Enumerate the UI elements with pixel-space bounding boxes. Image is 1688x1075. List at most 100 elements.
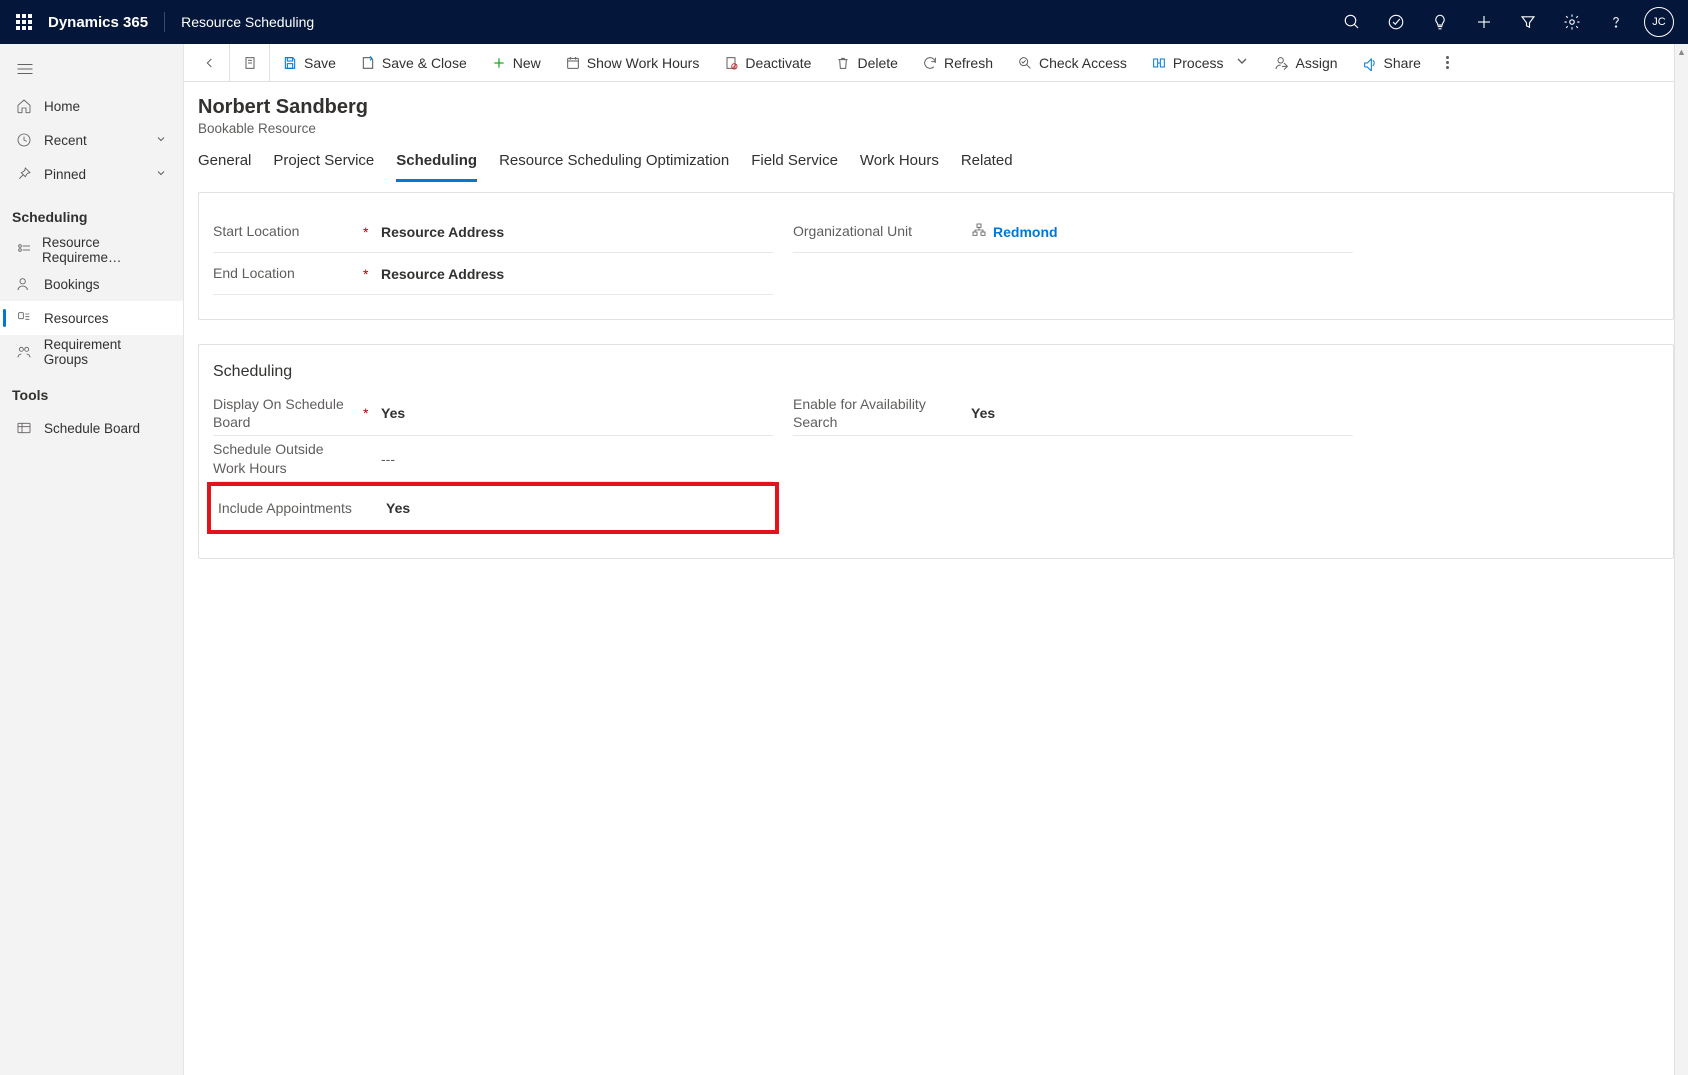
field-value: Resource Address bbox=[375, 266, 773, 282]
board-icon bbox=[16, 420, 34, 436]
new-button[interactable]: New bbox=[479, 44, 553, 82]
scroll-up-icon[interactable]: ▲ bbox=[1675, 44, 1688, 60]
assign-icon bbox=[1274, 55, 1290, 71]
delete-button[interactable]: Delete bbox=[823, 44, 909, 82]
tab-field-service[interactable]: Field Service bbox=[751, 152, 838, 182]
sidebar-group-tools: Tools bbox=[0, 369, 183, 411]
sidebar-item-label: Bookings bbox=[44, 277, 100, 292]
field-schedule-outside-work-hours[interactable]: Schedule Outside Work Hours --- bbox=[213, 436, 773, 481]
sidebar-item-pinned[interactable]: Pinned bbox=[0, 157, 183, 191]
record-set-button[interactable] bbox=[230, 44, 270, 82]
section-locations: Start Location * Resource Address End Lo… bbox=[198, 192, 1674, 320]
tab-work-hours[interactable]: Work Hours bbox=[860, 152, 939, 182]
process-icon bbox=[1151, 55, 1167, 71]
check-access-icon bbox=[1017, 55, 1033, 71]
sidebar-item-label: Recent bbox=[44, 133, 87, 148]
chevron-down-icon bbox=[155, 133, 167, 148]
home-icon bbox=[16, 98, 34, 114]
highlight-callout: Include Appointments Yes bbox=[207, 482, 779, 534]
save-close-icon bbox=[360, 55, 376, 71]
chevron-down-icon bbox=[155, 167, 167, 182]
section-scheduling: Scheduling Display On Schedule Board * Y… bbox=[198, 344, 1674, 559]
field-label: Schedule Outside Work Hours bbox=[213, 440, 363, 476]
share-icon bbox=[1362, 55, 1378, 71]
field-end-location[interactable]: End Location * Resource Address bbox=[213, 253, 773, 295]
chevron-down-icon bbox=[1234, 53, 1250, 72]
tab-rso[interactable]: Resource Scheduling Optimization bbox=[499, 152, 729, 182]
sidebar-item-label: Pinned bbox=[44, 167, 86, 182]
required-marker: * bbox=[363, 224, 375, 240]
record-subtitle: Bookable Resource bbox=[198, 121, 1674, 136]
deactivate-button[interactable]: Deactivate bbox=[711, 44, 823, 82]
org-chart-icon bbox=[971, 222, 987, 241]
field-include-appointments[interactable]: Include Appointments Yes bbox=[212, 487, 774, 529]
task-icon[interactable] bbox=[1374, 0, 1418, 44]
gear-icon[interactable] bbox=[1550, 0, 1594, 44]
tab-scheduling[interactable]: Scheduling bbox=[396, 152, 477, 182]
plus-icon bbox=[491, 55, 507, 71]
field-start-location[interactable]: Start Location * Resource Address bbox=[213, 211, 773, 253]
main-area: Save Save & Close New Show Work Hours De… bbox=[184, 44, 1688, 1075]
field-display-on-schedule-board[interactable]: Display On Schedule Board * Yes bbox=[213, 391, 773, 436]
help-icon[interactable] bbox=[1594, 0, 1638, 44]
pin-icon bbox=[16, 166, 34, 182]
back-button[interactable] bbox=[190, 44, 230, 82]
resource-icon bbox=[16, 310, 34, 326]
refresh-icon bbox=[922, 55, 938, 71]
lookup-value[interactable]: Redmond bbox=[965, 222, 1353, 241]
sidebar-item-label: Requirement Groups bbox=[44, 337, 167, 367]
field-value: Yes bbox=[375, 405, 773, 421]
sidebar-item-recent[interactable]: Recent bbox=[0, 123, 183, 157]
app-launcher-icon[interactable] bbox=[16, 14, 34, 30]
field-organizational-unit[interactable]: Organizational Unit Redmond bbox=[793, 211, 1353, 253]
field-enable-availability-search[interactable]: Enable for Availability Search Yes bbox=[793, 391, 1353, 436]
check-access-button[interactable]: Check Access bbox=[1005, 44, 1139, 82]
field-value: Resource Address bbox=[375, 224, 773, 240]
sidebar-item-home[interactable]: Home bbox=[0, 89, 183, 123]
divider bbox=[164, 12, 165, 32]
sidebar-item-resources[interactable]: Resources bbox=[0, 301, 183, 335]
tab-general[interactable]: General bbox=[198, 152, 251, 182]
lightbulb-icon[interactable] bbox=[1418, 0, 1462, 44]
vertical-scrollbar[interactable]: ▲ bbox=[1674, 44, 1688, 1075]
group-icon bbox=[16, 344, 34, 360]
sidebar-item-schedule-board[interactable]: Schedule Board bbox=[0, 411, 183, 445]
global-nav-bar: Dynamics 365 Resource Scheduling JC bbox=[0, 0, 1688, 44]
field-label: Include Appointments bbox=[218, 499, 368, 517]
tab-related[interactable]: Related bbox=[961, 152, 1013, 182]
person-icon bbox=[16, 276, 34, 292]
brand-name[interactable]: Dynamics 365 bbox=[48, 14, 148, 31]
field-label: Display On Schedule Board bbox=[213, 395, 363, 431]
avatar[interactable]: JC bbox=[1644, 7, 1674, 37]
more-commands-button[interactable] bbox=[1433, 44, 1463, 82]
list-icon bbox=[16, 242, 32, 258]
show-work-hours-button[interactable]: Show Work Hours bbox=[553, 44, 712, 82]
filter-icon[interactable] bbox=[1506, 0, 1550, 44]
save-button[interactable]: Save bbox=[270, 44, 348, 82]
sidebar-item-label: Schedule Board bbox=[44, 421, 140, 436]
field-value: --- bbox=[375, 451, 773, 467]
sidebar-item-requirement-groups[interactable]: Requirement Groups bbox=[0, 335, 183, 369]
sidebar-item-resource-requirements[interactable]: Resource Requireme… bbox=[0, 233, 183, 267]
process-button[interactable]: Process bbox=[1139, 44, 1262, 82]
clock-icon bbox=[16, 132, 34, 148]
module-name[interactable]: Resource Scheduling bbox=[181, 14, 314, 30]
save-close-button[interactable]: Save & Close bbox=[348, 44, 479, 82]
assign-button[interactable]: Assign bbox=[1262, 44, 1350, 82]
save-icon bbox=[282, 55, 298, 71]
sidebar-item-label: Resources bbox=[44, 311, 109, 326]
collapse-sitemap-button[interactable] bbox=[0, 54, 183, 89]
sidebar-item-bookings[interactable]: Bookings bbox=[0, 267, 183, 301]
share-button[interactable]: Share bbox=[1350, 44, 1433, 82]
plus-icon[interactable] bbox=[1462, 0, 1506, 44]
command-bar: Save Save & Close New Show Work Hours De… bbox=[184, 44, 1688, 82]
sidebar-item-label: Resource Requireme… bbox=[42, 235, 167, 265]
field-label: End Location bbox=[213, 264, 363, 282]
tab-bar: General Project Service Scheduling Resou… bbox=[184, 142, 1688, 182]
field-label: Organizational Unit bbox=[793, 222, 953, 240]
search-icon[interactable] bbox=[1330, 0, 1374, 44]
section-title: Scheduling bbox=[213, 363, 1659, 381]
refresh-button[interactable]: Refresh bbox=[910, 44, 1005, 82]
tab-project-service[interactable]: Project Service bbox=[273, 152, 374, 182]
site-map: Home Recent Pinned Scheduling Resource R… bbox=[0, 44, 184, 1075]
